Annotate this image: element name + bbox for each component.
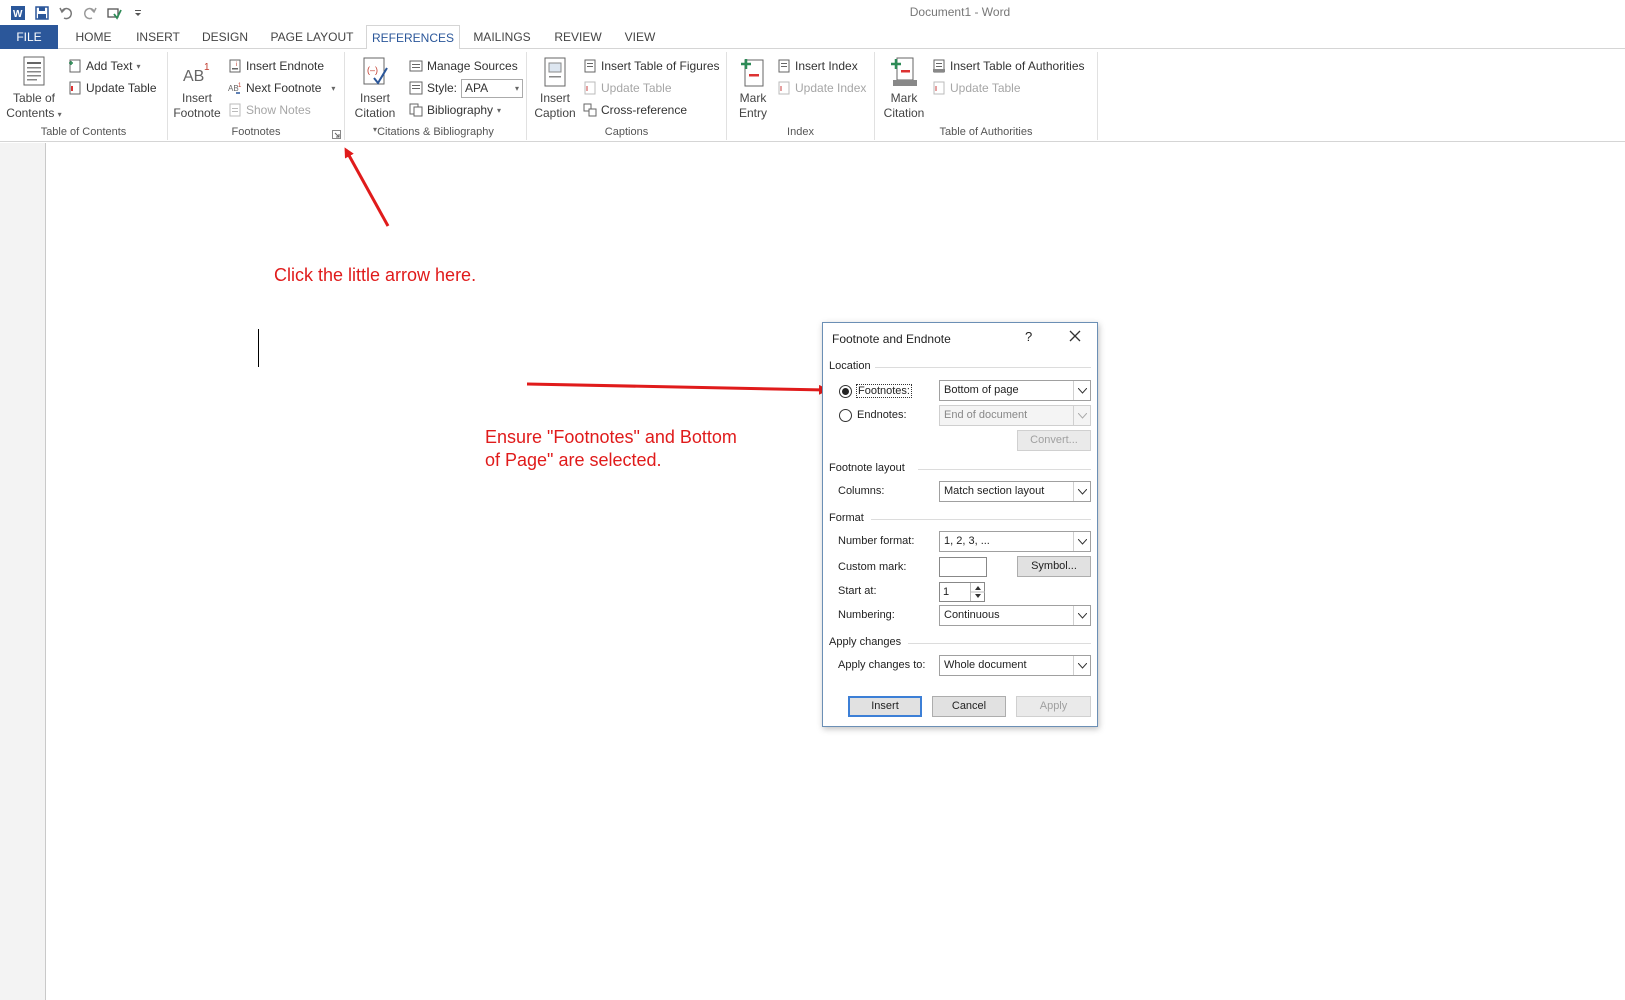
apply-button[interactable]: Apply [1016,696,1091,717]
endnotes-location-value: End of document [944,409,1028,421]
chevron-down-icon [1073,606,1090,625]
footnotes-radio[interactable] [839,385,852,398]
chevron-down-icon [1073,406,1090,425]
endnotes-label[interactable]: Endnotes: [857,409,907,421]
location-header: Location [829,360,871,372]
columns-dropdown[interactable]: Match section layout [939,481,1091,502]
divider [875,367,1091,368]
divider [918,469,1091,470]
numbering-label: Numbering: [838,609,895,621]
number-format-value: 1, 2, 3, ... [944,535,990,547]
custom-mark-label: Custom mark: [838,561,907,573]
columns-label: Columns: [838,485,885,497]
spinner-arrows-icon[interactable] [970,583,985,601]
annotation-ensure-line1: Ensure "Footnotes" and Bottom [485,427,737,447]
annotation-click-arrow: Click the little arrow here. [274,265,477,285]
footnote-layout-header: Footnote layout [829,462,905,474]
chevron-down-icon [1073,482,1090,501]
arrow-to-footnotes [526,382,829,395]
footnote-endnote-dialog: Footnote and Endnote ? Location Footnote… [822,322,1098,727]
footnotes-location-value: Bottom of page [944,384,1019,396]
convert-button[interactable]: Convert... [1017,430,1091,451]
divider [871,519,1091,520]
numbering-value: Continuous [944,609,1000,621]
number-format-label: Number format: [838,535,915,547]
apply-changes-header: Apply changes [829,636,902,648]
arrow-to-launcher [344,147,390,227]
apply-changes-to-label: Apply changes to: [838,659,926,671]
footnotes-label[interactable]: Footnotes: [856,384,912,398]
custom-mark-input[interactable] [939,557,987,577]
apply-changes-to-value: Whole document [944,659,1027,671]
start-at-stepper[interactable]: 1 [939,582,985,602]
start-at-value: 1 [943,586,950,598]
insert-button[interactable]: Insert [848,696,922,717]
symbol-button[interactable]: Symbol... [1017,556,1091,577]
help-button[interactable]: ? [1025,329,1032,344]
cancel-button[interactable]: Cancel [932,696,1006,717]
endnotes-radio[interactable] [839,409,852,422]
annotation-ensure-line2: of Page" are selected. [485,450,662,470]
format-header: Format [829,512,864,524]
chevron-down-icon [1073,656,1090,675]
columns-value: Match section layout [944,485,1045,497]
close-icon[interactable] [1067,328,1083,344]
dialog-title: Footnote and Endnote [832,332,951,346]
number-format-dropdown[interactable]: 1, 2, 3, ... [939,531,1091,552]
apply-changes-to-dropdown[interactable]: Whole document [939,655,1091,676]
numbering-dropdown[interactable]: Continuous [939,605,1091,626]
start-at-label: Start at: [838,585,877,597]
annotation-arrows [344,147,829,395]
endnotes-location-dropdown[interactable]: End of document [939,405,1091,426]
chevron-down-icon [1073,381,1090,400]
footnotes-location-dropdown[interactable]: Bottom of page [939,380,1091,401]
divider [908,643,1091,644]
chevron-down-icon [1073,532,1090,551]
